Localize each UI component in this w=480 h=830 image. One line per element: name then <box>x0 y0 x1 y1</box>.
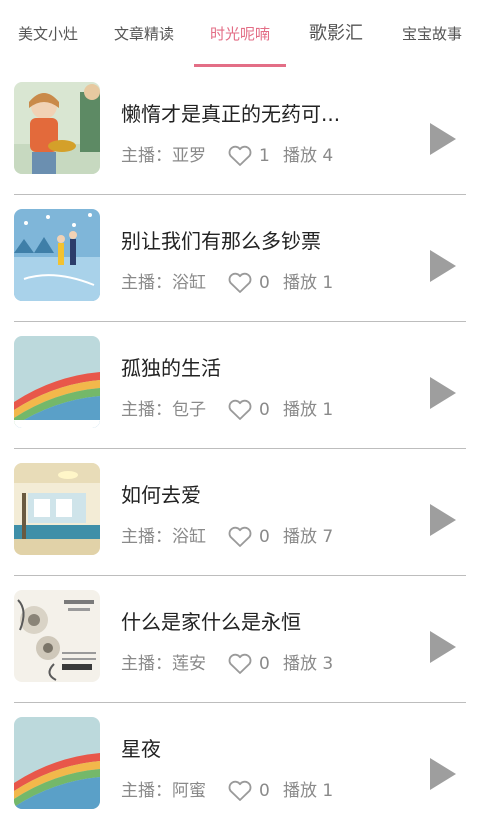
play-icon[interactable] <box>428 122 458 156</box>
tab-meiwen[interactable]: 美文小灶 <box>0 0 96 68</box>
item-likes: 0 <box>259 654 270 674</box>
item-title: 星夜 <box>121 737 161 761</box>
heart-icon[interactable] <box>227 525 253 549</box>
item-host: 主播：亚罗 <box>121 146 206 166</box>
item-host: 主播：莲安 <box>121 654 206 674</box>
illustration-couple-snow-icon <box>14 209 100 301</box>
item-title: 什么是家什么是永恒 <box>121 610 301 634</box>
item-title: 别让我们有那么多钞票 <box>121 229 321 253</box>
category-tab-bar: 美文小灶 文章精读 时光呢喃 歌影汇 宝宝故事 <box>0 0 480 68</box>
active-tab-indicator <box>194 64 286 67</box>
play-icon[interactable] <box>428 630 458 664</box>
illustration-girl-eating-icon <box>14 82 100 174</box>
item-likes: 1 <box>259 146 270 166</box>
item-likes: 0 <box>259 273 270 293</box>
tab-shiguang[interactable]: 时光呢喃 <box>192 0 288 68</box>
list-item[interactable]: 孤独的生活 主播：包子 0 播放 1 <box>0 322 480 449</box>
play-icon[interactable] <box>428 249 458 283</box>
play-icon[interactable] <box>428 757 458 791</box>
heart-icon[interactable] <box>227 144 253 168</box>
item-plays: 播放 7 <box>283 527 334 547</box>
item-plays: 播放 3 <box>283 654 334 674</box>
heart-icon[interactable] <box>227 779 253 803</box>
list-item[interactable]: 懒惰才是真正的无药可... 主播：亚罗 1 播放 4 <box>0 68 480 195</box>
tab-baobao[interactable]: 宝宝故事 <box>384 0 480 68</box>
item-title: 懒惰才是真正的无药可... <box>121 102 341 126</box>
list-item[interactable]: 星夜 主播：阿蜜 0 播放 1 <box>0 703 480 830</box>
tab-geying[interactable]: 歌影汇 <box>288 0 384 68</box>
item-likes: 0 <box>259 400 270 420</box>
play-icon[interactable] <box>428 503 458 537</box>
item-likes: 0 <box>259 781 270 801</box>
illustration-rainbow-icon <box>14 717 100 809</box>
tab-wenzhang[interactable]: 文章精读 <box>96 0 192 68</box>
heart-icon[interactable] <box>227 271 253 295</box>
item-title: 如何去爱 <box>121 483 201 507</box>
item-host: 主播：包子 <box>121 400 206 420</box>
item-host: 主播：浴缸 <box>121 527 206 547</box>
illustration-rainbow-icon <box>14 336 100 428</box>
item-host: 主播：浴缸 <box>121 273 206 293</box>
list-item[interactable]: 如何去爱 主播：浴缸 0 播放 7 <box>0 449 480 576</box>
heart-icon[interactable] <box>227 398 253 422</box>
illustration-flowers-poster-icon <box>14 590 100 682</box>
list-item[interactable]: 什么是家什么是永恒 主播：莲安 0 播放 3 <box>0 576 480 703</box>
item-host: 主播：阿蜜 <box>121 781 206 801</box>
item-likes: 0 <box>259 527 270 547</box>
list-item[interactable]: 别让我们有那么多钞票 主播：浴缸 0 播放 1 <box>0 195 480 322</box>
item-title: 孤独的生活 <box>121 356 221 380</box>
item-plays: 播放 1 <box>283 781 334 801</box>
item-plays: 播放 4 <box>283 146 334 166</box>
item-plays: 播放 1 <box>283 273 334 293</box>
item-plays: 播放 1 <box>283 400 334 420</box>
heart-icon[interactable] <box>227 652 253 676</box>
illustration-interior-icon <box>14 463 100 555</box>
play-icon[interactable] <box>428 376 458 410</box>
